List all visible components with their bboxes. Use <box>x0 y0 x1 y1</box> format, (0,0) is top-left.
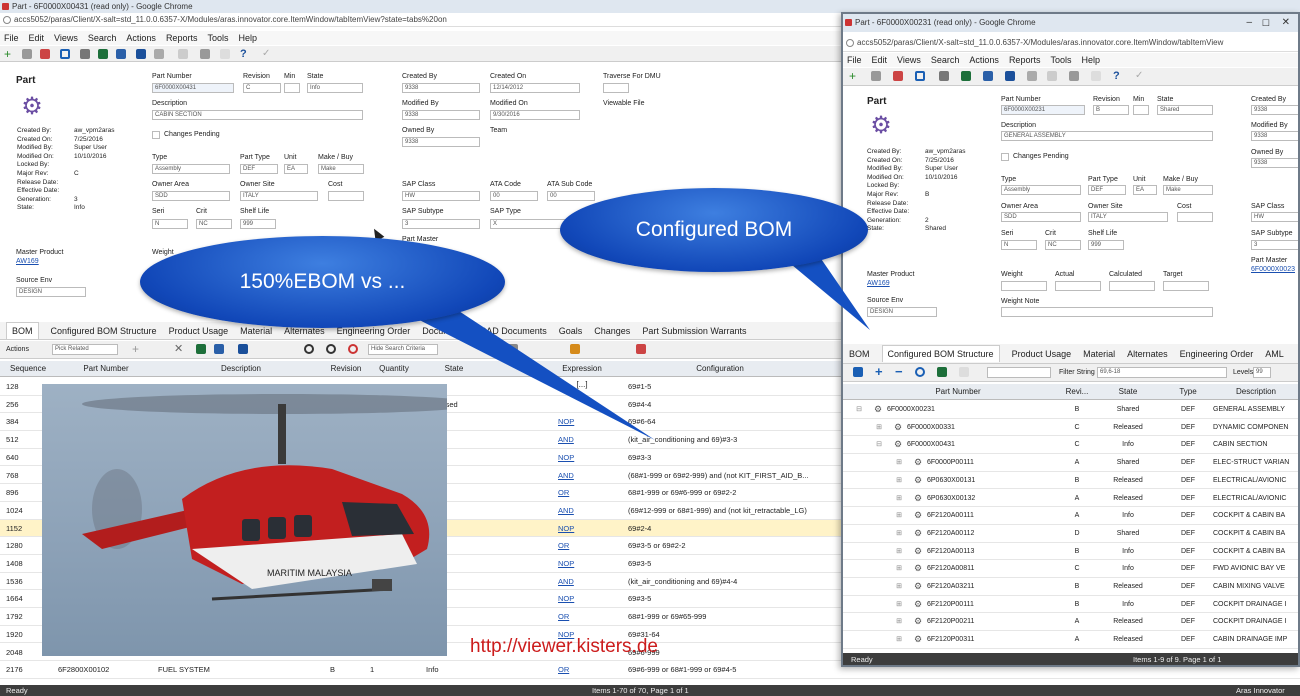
viewer-link[interactable]: http://viewer.kisters.de <box>470 636 658 658</box>
callout-configured-bom-text: Configured BOM <box>635 218 793 241</box>
helicopter-illustration: MARITIM MALAYSIA <box>82 394 447 601</box>
helicopter-marking-text: MARITIM MALAYSIA <box>267 568 352 578</box>
callout-ebom: 150%EBOM vs ... <box>140 236 505 328</box>
callout-ebom-text: 150%EBOM vs ... <box>239 270 406 293</box>
helicopter-photo: MARITIM MALAYSIA <box>42 384 447 656</box>
callout-configured-bom: Configured BOM <box>560 188 868 272</box>
